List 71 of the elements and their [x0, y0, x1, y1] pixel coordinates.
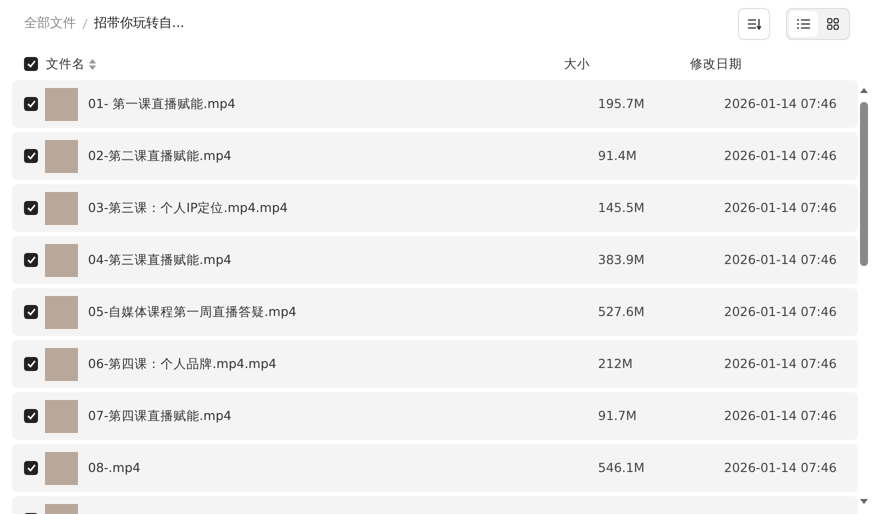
file-row[interactable]: 06-第四课：个人品牌.mp4.mp4 212M 2026-01-14 07:46 [12, 340, 858, 388]
modified-date: 2026-01-14 07:46 [724, 302, 837, 321]
file-row[interactable]: 05-自媒体课程第一周直播答疑.mp4 527.6M 2026-01-14 07:46 [12, 288, 858, 336]
file-row[interactable]: 07-第四课直播赋能.mp4 91.7M 2026-01-14 07:46 [12, 392, 858, 440]
file-row[interactable]: 03-第三课：个人IP定位.mp4.mp4 145.5M 2026-01-14 07:46 [12, 184, 858, 232]
file-size: 91.7M [598, 406, 638, 425]
file-row[interactable]: 01- 第一课直播赋能.mp4 195.7M 2026-01-14 07:46 [12, 80, 858, 128]
file-size: 91.4M [598, 146, 638, 165]
modified-date: 2026-01-14 07:46 [724, 198, 837, 217]
file-size: 527.6M [598, 302, 646, 321]
file-size: 546.1M [598, 458, 646, 477]
photo-placeholder [45, 88, 78, 120]
column-header[interactable]: 文件名 [46, 54, 85, 74]
check-icon [26, 60, 36, 68]
column-header: 大小 [564, 54, 591, 73]
check-icon [26, 412, 36, 420]
checkbox[interactable] [24, 253, 38, 267]
file-name: 08-.mp4 [88, 458, 142, 477]
checkbox[interactable] [24, 149, 38, 163]
file-name: 01- 第一课直播赋能.mp4 [88, 94, 236, 113]
check-icon [26, 308, 36, 316]
file-name: 03-第三课：个人IP定位.mp4.mp4 [88, 198, 289, 217]
photo-placeholder [45, 244, 78, 276]
checkbox[interactable] [24, 201, 38, 215]
file-name: 06-第四课：个人品牌.mp4.mp4 [88, 354, 278, 373]
check-icon [26, 464, 36, 472]
file-size: 212M [598, 354, 634, 373]
modified-date: 2026-01-14 07:46 [724, 458, 837, 477]
file-name: 07-第四课直播赋能.mp4 [88, 406, 232, 425]
check-icon [26, 152, 36, 160]
sort-button[interactable] [738, 8, 770, 40]
check-icon [26, 204, 36, 212]
file-row[interactable]: 04-第三课直播赋能.mp4 383.9M 2026-01-14 07:46 [12, 236, 858, 284]
check-icon [26, 100, 36, 108]
file-name: 02-第二课直播赋能.mp4 [88, 146, 232, 165]
scroll-down-icon[interactable] [859, 498, 869, 506]
checkbox[interactable] [24, 57, 38, 71]
check-icon [26, 256, 36, 264]
checkbox[interactable] [24, 409, 38, 423]
check-icon [26, 360, 36, 368]
photo-placeholder [45, 400, 78, 432]
modified-date: 2026-01-14 07:46 [724, 250, 837, 269]
file-name: 05-自媒体课程第一周直播答疑.mp4 [88, 302, 298, 321]
checkbox[interactable] [24, 461, 38, 475]
sort-icon [747, 18, 761, 30]
checkbox[interactable] [24, 305, 38, 319]
photo-placeholder [45, 348, 78, 380]
scroll-up-icon[interactable] [859, 86, 869, 94]
photo-placeholder [45, 452, 78, 484]
column-header: 修改日期 [690, 54, 742, 73]
modified-date: 2026-01-14 07:46 [724, 406, 837, 425]
photo-placeholder [45, 192, 78, 224]
checkbox[interactable] [24, 97, 38, 111]
file-name: 04-第三课直播赋能.mp4 [88, 250, 232, 269]
file-row[interactable]: 08-.mp4 546.1M 2026-01-14 07:46 [12, 444, 858, 492]
file-size: 145.5M [598, 198, 646, 217]
breadcrumb-link[interactable]: 全部文件 [24, 14, 76, 34]
breadcrumb-current: 招带你玩转自... [94, 15, 184, 34]
photo-placeholder [45, 140, 78, 172]
modified-date: 2026-01-14 07:46 [724, 94, 837, 113]
photo-placeholder [45, 296, 78, 328]
modified-date: 2026-01-14 07:46 [724, 354, 837, 373]
file-row[interactable]: 02-第二课直播赋能.mp4 91.4M 2026-01-14 07:46 [12, 132, 858, 180]
grid-icon [826, 18, 838, 30]
file-size: 195.7M [598, 94, 646, 113]
file-size: 383.9M [598, 250, 646, 269]
list-view-button[interactable] [789, 11, 818, 37]
checkbox[interactable] [24, 357, 38, 371]
list-icon [797, 19, 810, 29]
modified-date: 2026-01-14 07:46 [724, 146, 837, 165]
slash-icon [82, 18, 88, 30]
